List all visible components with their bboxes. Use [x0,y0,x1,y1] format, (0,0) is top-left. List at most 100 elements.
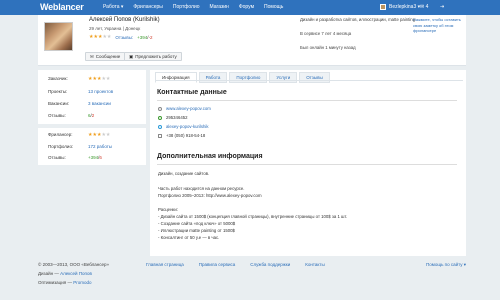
freelancer-reviews-positive: +394 [88,155,99,160]
portfolio-link[interactable]: 172 работы [88,144,112,149]
employer-reviews-negative: 2 [91,113,95,118]
tab-info[interactable]: Информация [155,72,197,83]
employer-stats: Заказчик: ★★★★★ Проекты: 13 проектов Вак… [38,70,146,124]
profile-specializations: Дизайн и разработка сайтов, иллюстрации,… [300,17,416,22]
offer-work-label: Предложить работу [135,54,177,59]
contact-icq-value: 295346452 [166,115,188,120]
extra-line: Портфолио 2005–2013: http://www.alexey-p… [158,193,262,198]
phone-icon [158,133,162,138]
extra-line: - Дизайн сайта от 1500$ (концепция главн… [158,214,348,219]
freelancer-reviews-label: Отзывы: [48,155,66,160]
briefcase-icon: ▣ [129,53,134,59]
mail-counter[interactable]: ✉ 4 [420,4,428,10]
reviews-positive: +394 [137,34,148,40]
rating-stars: ★★★★★ [89,34,112,40]
freelancer-label: Фрилансер: [48,132,73,137]
vacancies-label: Вакансии: [48,101,70,106]
freelancer-stats: Фрилансер: ★★★★★ Портфолио: 172 работы О… [38,128,146,165]
globe-icon [158,106,162,111]
main-nav: Работа ▾ Фрилансеры Портфолио Магазин Фо… [103,4,283,10]
footer-design: Дизайн — Алексей Попов [38,271,92,276]
extra-info-title: Дополнительная информация [157,153,263,160]
freelancer-reviews-negative: 6 [99,155,102,160]
nav-help[interactable]: Помощь [264,4,283,10]
nav-forum[interactable]: Форум [239,4,254,10]
extra-info-divider [157,164,457,165]
footer-links: Главная страница Правила сервиса Служба … [146,262,325,267]
contact-phone: +38 (050) 918-54-18 [158,133,205,138]
message-icon: ✉ [90,53,94,59]
extra-line: - Консалтинг от 50 у.е — в час. [158,235,220,240]
contact-icq: 295346452 [158,115,188,120]
contacts-title: Контактные данные [157,89,227,96]
freelancer-stars: ★★★★★ [88,132,111,138]
vacancies-link[interactable]: 3 вакансии [88,101,111,106]
contact-site-link[interactable]: www.alexey-popov.com [166,106,211,111]
extra-line: Дизайн, создание сайтов. [158,171,210,176]
footer-copyright: © 2003—2013, ООО «Веблансер» [38,262,110,267]
icq-icon [158,115,162,120]
message-button[interactable]: ✉ Сообщение [85,52,126,61]
profile-name: Алексей Попов (Kurilshik) [89,17,160,23]
contact-phone-value: +38 (050) 918-54-18 [166,133,206,138]
nav-shop[interactable]: Магазин [210,4,229,10]
user-name[interactable]: Bezlepkina3 ▾ [389,4,420,10]
contact-site: www.alexey-popov.com [158,106,211,111]
profile-content: Информация Работа Портфолио Услуги Отзыв… [150,70,466,256]
projects-label: Проекты: [48,89,68,94]
profile-header: Алексей Попов (Kurilshik) 29 лет, Украин… [38,15,466,66]
nav-work[interactable]: Работа ▾ [103,4,123,10]
footer-help-menu[interactable]: Помощь по сайту ▾ [426,262,466,268]
employer-reviews-row: Отзывы: 6/2 [48,113,144,118]
projects-row: Проекты: 13 проектов [48,89,144,94]
user-menu[interactable]: Bezlepkina3 ▾ [380,4,420,10]
reviews-label[interactable]: Отзывы: [115,35,133,40]
nav-portfolio[interactable]: Портфолио [173,4,200,10]
reviews-negative: -2 [148,34,153,40]
site-logo[interactable]: Weblancer [40,2,84,12]
employer-row: Заказчик: ★★★★★ [48,76,144,82]
contacts-divider [157,100,457,101]
tab-services[interactable]: Услуги [269,72,298,83]
tab-work[interactable]: Работа [198,72,228,83]
footer-optimization: Оптимизация — Promodo [38,280,92,285]
tab-portfolio[interactable]: Портфолио [229,72,268,83]
footer-design-label: Дизайн — [38,271,59,276]
contact-skype-link[interactable]: alexey-popov-kurilshik [166,124,209,129]
extra-line: Часть работ находится на данном ресурсе. [158,186,245,191]
offer-work-button[interactable]: ▣ Предложить работу [124,52,182,61]
employer-label: Заказчик: [48,76,68,81]
service-time: В сервисе 7 лет 4 месяца [300,31,352,36]
footer-link-support[interactable]: Служба поддержки [250,262,290,267]
private-note-link[interactable]: Нажмите, чтобы оставить свою заметку об … [413,17,465,34]
profile-tabs: Информация Работа Портфолио Услуги Отзыв… [155,72,330,83]
nav-freelancers[interactable]: Фрилансеры [133,4,163,10]
skype-icon [158,124,162,129]
user-avatar [380,4,386,10]
last-online: Был онлайн 1 минуту назад [300,45,356,50]
contact-skype: alexey-popov-kurilshik [158,124,209,129]
extra-line: - Иллюстрации matte painting от 1500$ [158,228,235,233]
footer-link-rules[interactable]: Правила сервиса [199,262,235,267]
footer-dev-link[interactable]: Promodo [73,280,91,285]
footer-design-link[interactable]: Алексей Попов [60,271,92,276]
footer-link-contacts[interactable]: Контакты [305,262,324,267]
message-button-label: Сообщение [95,54,121,59]
extra-line: - Создание сайта «под ключ» от 5000$ [158,221,236,226]
freelancer-row: Фрилансер: ★★★★★ [48,132,144,138]
top-bar: Weblancer Работа ▾ Фрилансеры Портфолио … [0,0,500,15]
exit-icon[interactable]: ⇥ [440,4,444,10]
employer-stars: ★★★★★ [88,76,111,82]
footer-dev-label: Оптимизация — [38,280,72,285]
footer-link-home[interactable]: Главная страница [146,262,184,267]
profile-rating: ★★★★★ Отзывы: +394/-2 [89,34,153,40]
profile-meta: 29 лет, Украина | Донецк [89,26,141,31]
freelancer-reviews-row: Отзывы: +394/6 [48,155,144,160]
portfolio-row: Портфолио: 172 работы [48,144,144,149]
employer-reviews-label: Отзывы: [48,113,66,118]
tabs-divider [155,80,463,81]
tab-reviews[interactable]: Отзывы [299,72,330,83]
profile-photo [44,22,73,51]
projects-link[interactable]: 13 проектов [88,89,113,94]
portfolio-label: Портфолио: [48,144,74,149]
